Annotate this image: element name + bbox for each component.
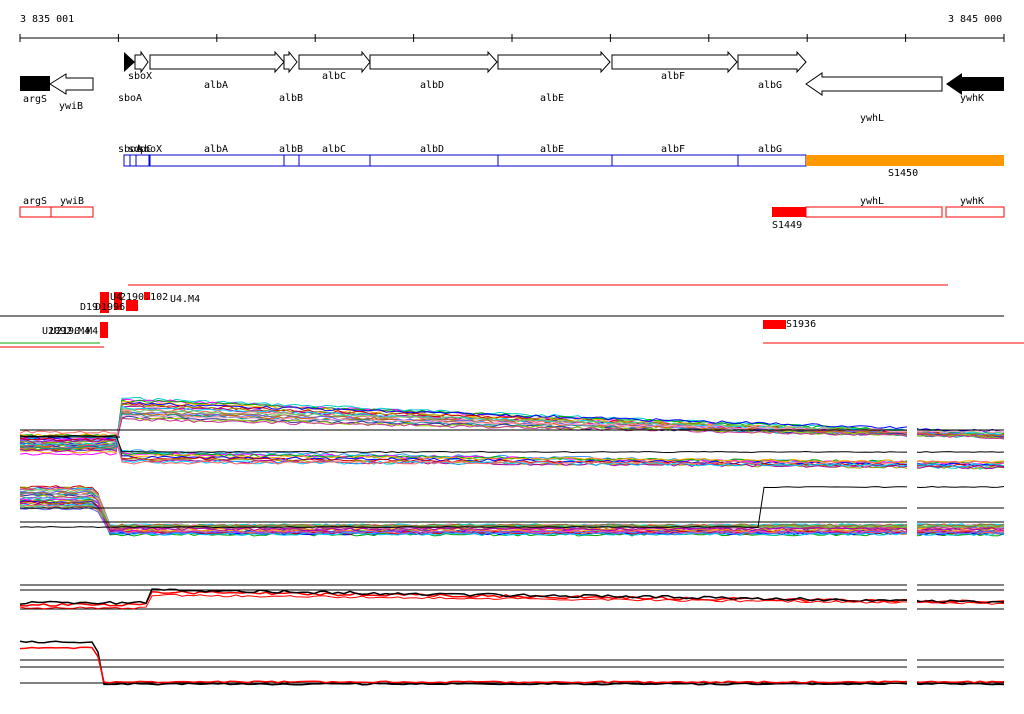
red-box-ywhK[interactable] <box>945 206 1005 218</box>
tx-box-albE[interactable] <box>497 154 613 167</box>
gene-albC[interactable] <box>298 50 371 74</box>
gene-label-albE: albE <box>540 93 564 104</box>
genome-browser: 3 835 001 3 845 000 argS ywiB sboA sboX … <box>0 14 1024 714</box>
tx-box-albD[interactable] <box>369 154 499 167</box>
gene-albD[interactable] <box>369 50 498 74</box>
red-box-ywhL[interactable] <box>805 206 943 218</box>
expression-profile-line <box>19 646 1005 684</box>
gene-albE[interactable] <box>497 50 611 74</box>
tx-label-albE: albE <box>540 144 564 155</box>
red-label-S1449: S1449 <box>772 220 802 231</box>
feature-label: D1996 <box>95 302 125 313</box>
tx-box-albF[interactable] <box>611 154 739 167</box>
feature-label: S1936 <box>786 319 816 330</box>
tx-box-sboX[interactable] <box>135 154 150 167</box>
gene-label-albG: albG <box>758 80 782 91</box>
gene-label-ywiB: ywiB <box>59 101 83 112</box>
gene-track: argS ywiB sboA sboX albA albB albC albD … <box>20 50 1004 124</box>
gene-ywiB[interactable] <box>49 73 94 95</box>
gene-sboX[interactable] <box>134 50 149 74</box>
gene-label-sboA: sboA <box>118 93 142 104</box>
gene-albA[interactable] <box>149 50 285 74</box>
transcript-track-red: argS ywiB ywhL ywhK S1449 <box>19 196 1005 231</box>
gene-albB[interactable] <box>283 50 298 74</box>
red-label-ywhK: ywhK <box>960 196 984 207</box>
tx-box-sdpC[interactable] <box>129 154 137 167</box>
feature-track: D19 U4 2190.102 U4.M4 D1996 U2092.M4 U21… <box>0 284 1024 348</box>
tx-box-albC[interactable] <box>298 154 371 167</box>
feature-label: U2190.M4 <box>50 326 98 337</box>
gene-label-albA: albA <box>204 80 228 91</box>
tx-box-sboA[interactable] <box>123 154 131 167</box>
feature-mark[interactable] <box>100 322 108 338</box>
gene-ywhK[interactable] <box>946 73 1004 95</box>
expression-panel-4 <box>19 640 1005 686</box>
tx-label-albD: albD <box>420 144 444 155</box>
tx-box-albB[interactable] <box>283 154 300 167</box>
feature-label: U4.M4 <box>170 294 200 305</box>
red-label-ywiB: ywiB <box>60 196 84 207</box>
expression-profile-line <box>19 396 1005 452</box>
red-box-ywiB[interactable] <box>50 206 94 218</box>
tx-label-albF: albF <box>661 144 685 155</box>
feature-label: 2190.102 <box>120 292 168 303</box>
tx-label-albB: albB <box>279 144 303 155</box>
gene-label-ywhL: ywhL <box>860 113 884 124</box>
tx-label-albC: albC <box>322 144 346 155</box>
tx-label-S1450: S1450 <box>888 168 918 179</box>
gene-label-albD: albD <box>420 80 444 91</box>
ruler-start-label: 3 835 001 <box>20 14 74 25</box>
expression-profile-line <box>19 640 1005 686</box>
tx-label-albG: albG <box>758 144 782 155</box>
expression-profile-line <box>19 485 1005 529</box>
red-label-argS: argS <box>23 196 47 207</box>
gene-label-ywhK: ywhK <box>960 93 984 104</box>
tx-label-albA: albA <box>204 144 228 155</box>
data-gap <box>907 378 917 714</box>
gene-label-albB: albB <box>279 93 303 104</box>
feature-mark[interactable] <box>778 320 786 329</box>
gene-sboA[interactable] <box>124 52 135 72</box>
tx-label-sboX: sboX <box>138 144 162 155</box>
gene-label-sboX: sboX <box>128 71 152 82</box>
gene-label-argS: argS <box>23 94 47 105</box>
tx-box-albA[interactable] <box>149 154 285 167</box>
gene-albG[interactable] <box>737 50 807 74</box>
coordinate-ruler: 3 835 001 3 845 000 <box>19 14 1005 42</box>
gene-label-albC: albC <box>322 71 346 82</box>
expression-profile-line <box>19 494 1005 529</box>
gene-label-albF: albF <box>661 71 685 82</box>
expression-profile-line <box>19 487 1005 528</box>
gene-ywhL[interactable] <box>805 72 943 96</box>
expression-profile-line <box>19 590 1005 607</box>
red-label-ywhL: ywhL <box>860 196 884 207</box>
expression-profile-line <box>19 490 1005 529</box>
transcript-track-blue: sboA sdpC sboX albA albB albC albD albE … <box>118 144 1004 179</box>
gene-albF[interactable] <box>611 50 738 74</box>
tx-box-albG[interactable] <box>737 154 807 167</box>
red-box-S1449[interactable] <box>772 207 806 217</box>
expression-profile-line <box>19 434 1005 454</box>
red-box-argS[interactable] <box>19 206 52 218</box>
gene-argS[interactable] <box>20 76 50 91</box>
tx-box-S1450[interactable] <box>806 155 1004 166</box>
expression-panel-1 <box>19 396 1005 470</box>
ruler-end-label: 3 845 000 <box>948 14 1002 25</box>
expression-panel-2 <box>19 485 1005 537</box>
expression-panel-3 <box>19 584 1005 610</box>
